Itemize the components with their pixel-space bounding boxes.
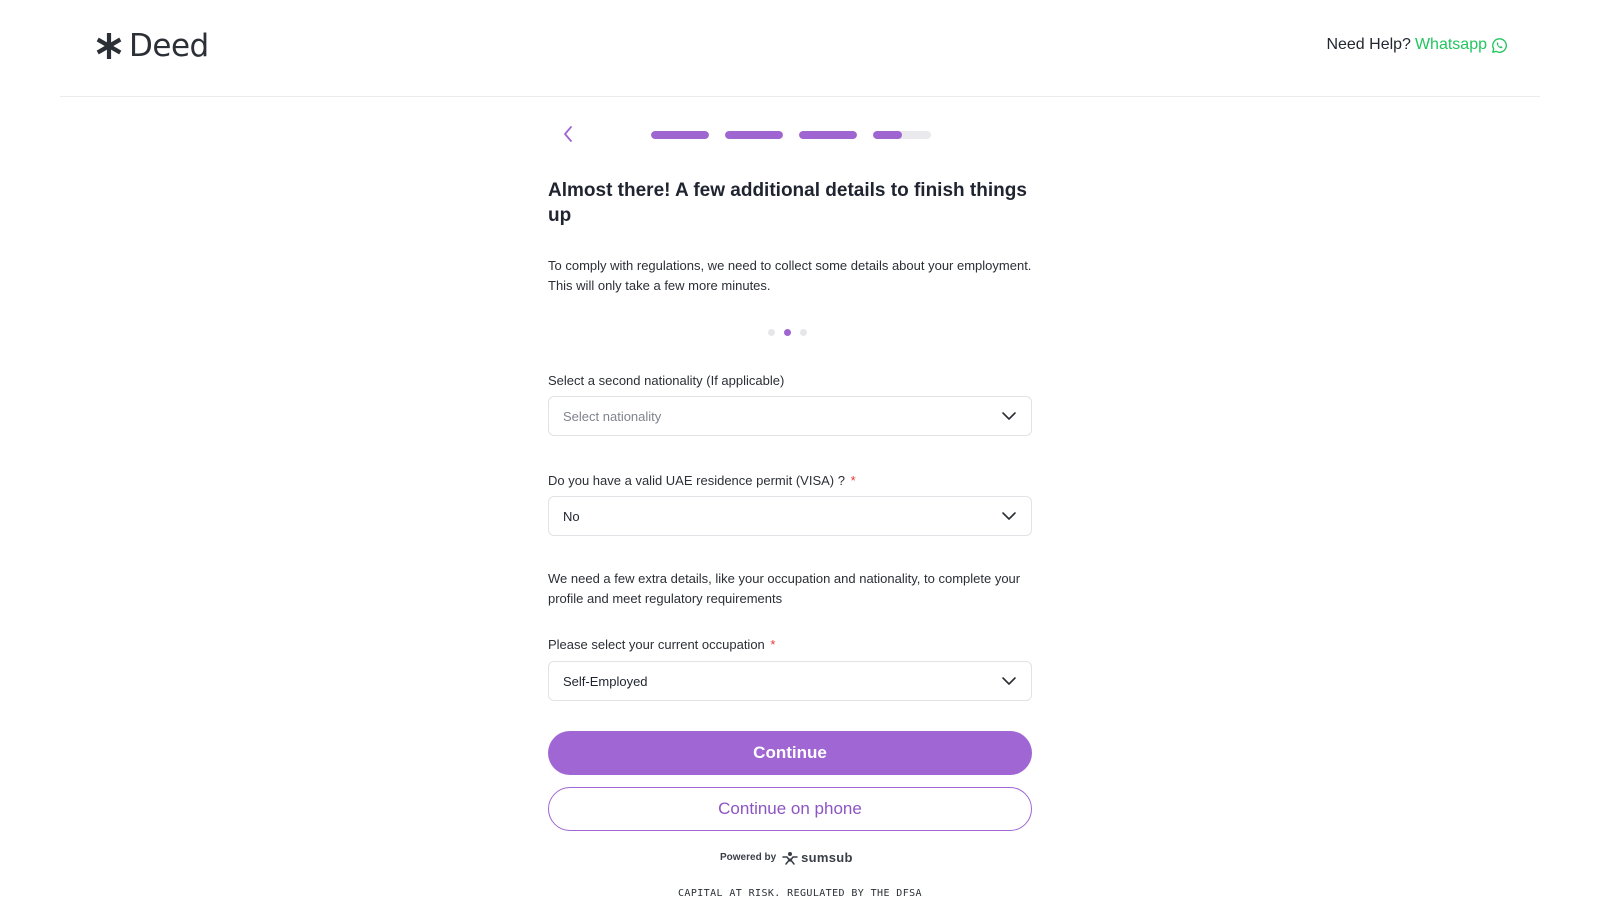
powered-by-label: Powered by [720,852,777,863]
carousel-dot[interactable] [768,329,775,336]
whatsapp-link[interactable]: Whatsapp [1415,36,1487,54]
uae-permit-value: No [563,508,580,524]
chevron-left-icon [564,126,572,142]
progress-segment [799,131,857,139]
whatsapp-icon[interactable] [1491,37,1508,54]
occupation-select[interactable]: Self-Employed [548,661,1032,701]
second-nationality-placeholder: Select nationality [563,408,662,424]
continue-button[interactable]: Continue [548,731,1032,775]
chevron-down-icon [1002,677,1016,685]
progress-segment [651,131,709,139]
sumsub-logo-icon [782,851,798,865]
continue-on-phone-button[interactable]: Continue on phone [548,787,1032,831]
required-marker: * [850,473,856,488]
intro-text: To comply with regulations, we need to c… [548,258,1032,293]
brand-name: Deed [129,28,209,64]
chevron-down-icon [1002,512,1016,520]
occupation-label: Please select your current occupation * [548,637,775,652]
carousel-dot[interactable] [784,329,791,336]
uae-permit-label: Do you have a valid UAE residence permit… [548,473,856,488]
form-header: Almost there! A few additional details t… [548,178,1032,296]
progress-segment-fill [725,131,783,139]
progress-segment [725,131,783,139]
progress-segment-fill [651,131,709,139]
chevron-down-icon [1002,412,1016,420]
uae-permit-select[interactable]: No [548,496,1032,536]
regulatory-disclaimer: CAPITAL AT RISK. REGULATED BY THE DFSA [678,888,922,899]
help-section: Need Help? Whatsapp [1326,36,1508,54]
second-nationality-select[interactable]: Select nationality [548,396,1032,436]
back-button[interactable] [560,124,576,144]
required-marker: * [770,637,776,652]
carousel-dot[interactable] [800,329,807,336]
progress-segment-fill [799,131,857,139]
second-nationality-label: Select a second nationality (If applicab… [548,373,784,388]
occupation-label-text: Please select your current occupation [548,637,765,652]
occupation-note: We need a few extra details, like your o… [548,571,1021,606]
occupation-value: Self-Employed [563,673,648,689]
step-progress-bar [651,131,931,139]
progress-segment-fill [873,131,902,139]
powered-by-sumsub[interactable]: Powered by sumsub [720,850,853,865]
deed-logo[interactable]: Deed [93,28,209,64]
second-nationality-label-text: Select a second nationality (If applicab… [548,373,785,388]
progress-segment [873,131,931,139]
carousel-dots [768,329,816,336]
page-title: Almost there! A few additional details t… [548,180,1027,226]
top-header: Deed Need Help? Whatsapp [60,0,1540,97]
uae-permit-label-text: Do you have a valid UAE residence permit… [548,473,845,488]
help-label: Need Help? [1326,36,1411,53]
sumsub-brand: sumsub [801,850,853,865]
asterisk-logo-icon [96,33,122,59]
